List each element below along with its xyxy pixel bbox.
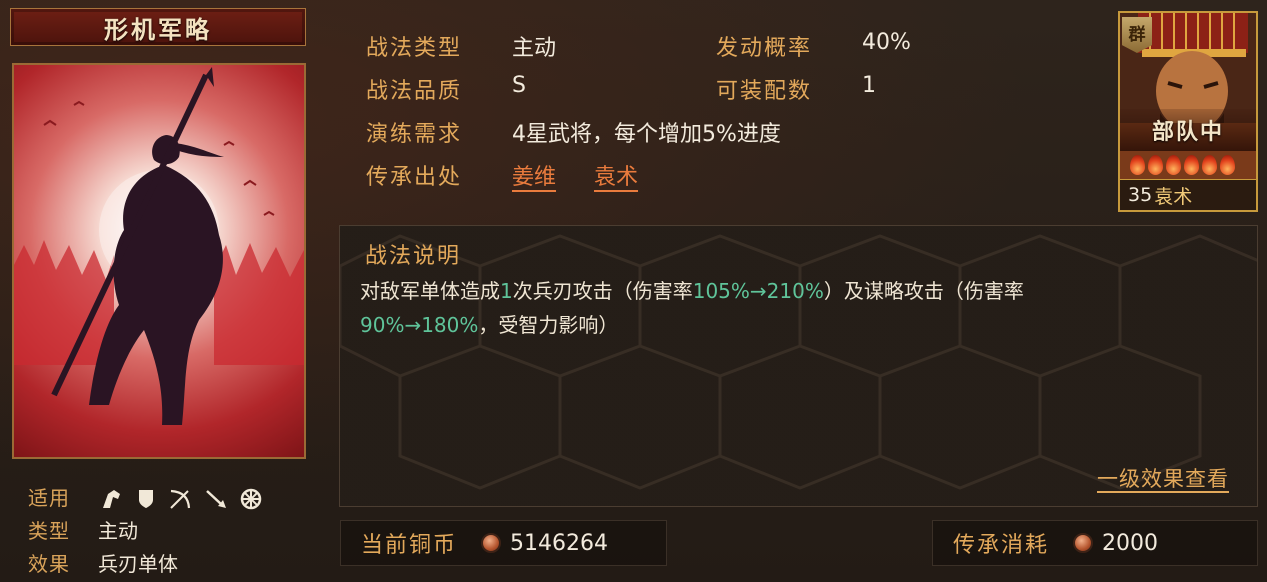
- inherit-source-2-wrap: 袁术: [594, 159, 638, 191]
- star-flame-icon: [1202, 155, 1217, 175]
- quality-stat: 战法品质: [366, 73, 462, 105]
- desc-text-part: 对敌军单体造成: [360, 279, 500, 303]
- star-flame-icon: [1130, 155, 1145, 175]
- desc-text-part: ，受智力影响）: [478, 313, 619, 337]
- tactic-type-stat: 战法类型: [366, 30, 462, 62]
- cavalry-icon: [100, 488, 124, 510]
- general-level: 35: [1128, 184, 1153, 206]
- training-value-wrap: 4星武将，每个增加5%进度: [512, 116, 781, 148]
- skill-info-list: 适用 类型 主动 效果 兵刃单体: [28, 482, 318, 581]
- current-copper-label: 当前铜币: [361, 533, 458, 558]
- skill-title-banner: 形机军略: [10, 8, 306, 46]
- desc-text-part: 次兵刃攻击（伤害率: [512, 279, 693, 303]
- equip-count-stat: 可装配数: [716, 73, 812, 105]
- effect-value: 兵刃单体: [98, 552, 178, 576]
- inherit-cost-label: 传承消耗: [953, 533, 1050, 558]
- tactic-type-value-wrap: 主动: [512, 30, 556, 62]
- current-copper-box: 当前铜币 5146264: [340, 520, 667, 566]
- inherit-label: 传承出处: [366, 165, 463, 190]
- first-level-effect-link[interactable]: 一级效果查看: [1097, 463, 1229, 493]
- general-card[interactable]: 群 部队中 35 袁术: [1118, 11, 1258, 212]
- desc-highlight-value: 105%→210%: [692, 279, 824, 303]
- effect-label: 效果: [28, 552, 70, 576]
- troop-position: 部队中: [1120, 109, 1256, 151]
- inherit-cost-value: 2000: [1102, 530, 1159, 556]
- equip-count-value: 1: [862, 73, 876, 98]
- quality-value: S: [512, 73, 526, 98]
- star-flame-icon: [1184, 155, 1199, 175]
- equip-count-value-wrap: 1: [862, 73, 876, 98]
- applies-row: 适用: [28, 482, 318, 515]
- tactic-type-label: 战法类型: [366, 36, 463, 61]
- horseman-silhouette-image: [14, 67, 304, 425]
- inherit-source-link[interactable]: 姜维: [512, 165, 556, 190]
- skill-card-art: [12, 63, 306, 459]
- copper-coin-icon: [1073, 533, 1094, 553]
- type-label: 类型: [28, 519, 70, 543]
- equip-count-label: 可装配数: [716, 79, 813, 104]
- type-row: 类型 主动: [28, 515, 318, 548]
- description-title: 战法说明: [365, 244, 462, 269]
- type-value: 主动: [98, 519, 138, 543]
- trigger-rate-label: 发动概率: [716, 36, 813, 61]
- desc-highlight-value: 1: [500, 279, 513, 303]
- troop-type-icons: [100, 488, 262, 510]
- bow-icon: [168, 488, 192, 510]
- training-value: 4星武将，每个增加5%进度: [512, 122, 781, 147]
- shield-icon: [136, 488, 156, 510]
- training-label: 演练需求: [366, 122, 463, 147]
- applies-label: 适用: [28, 486, 70, 510]
- current-copper-value: 5146264: [510, 530, 608, 556]
- desc-text-part: ）及谋略攻击（伤害率: [823, 279, 1024, 303]
- desc-highlight-value: 90%→180%: [360, 313, 479, 337]
- description-text: 对敌军单体造成1次兵刃攻击（伤害率105%→210%）及谋略攻击（伤害率 90%…: [360, 274, 1240, 342]
- quality-value-wrap: S: [512, 73, 526, 98]
- spear-icon: [204, 488, 228, 510]
- inherit-source-1-wrap: 姜维: [512, 159, 556, 191]
- trigger-rate-value-wrap: 40%: [862, 30, 911, 55]
- quality-label: 战法品质: [366, 79, 463, 104]
- inherit-cost-box: 传承消耗 2000: [932, 520, 1258, 566]
- trigger-rate-stat: 发动概率: [716, 30, 812, 62]
- general-level-name: 35 袁术: [1120, 179, 1256, 210]
- trigger-rate-value: 40%: [862, 30, 911, 55]
- copper-coin-icon: [481, 533, 502, 553]
- tactic-type-value: 主动: [512, 36, 557, 61]
- description-panel: 战法说明 对敌军单体造成1次兵刃攻击（伤害率105%→210%）及谋略攻击（伤害…: [339, 225, 1258, 507]
- general-name: 袁术: [1154, 185, 1193, 208]
- effect-row: 效果 兵刃单体: [28, 548, 318, 581]
- training-stat: 演练需求: [366, 116, 462, 148]
- siege-wheel-icon: [240, 488, 262, 510]
- skill-title: 形机军略: [104, 14, 212, 44]
- star-flame-icon: [1166, 155, 1181, 175]
- inherit-stat: 传承出处: [366, 159, 462, 191]
- star-flame-icon: [1148, 155, 1163, 175]
- general-stars: [1130, 155, 1235, 175]
- inherit-source-link[interactable]: 袁术: [594, 165, 638, 190]
- star-flame-icon: [1220, 155, 1235, 175]
